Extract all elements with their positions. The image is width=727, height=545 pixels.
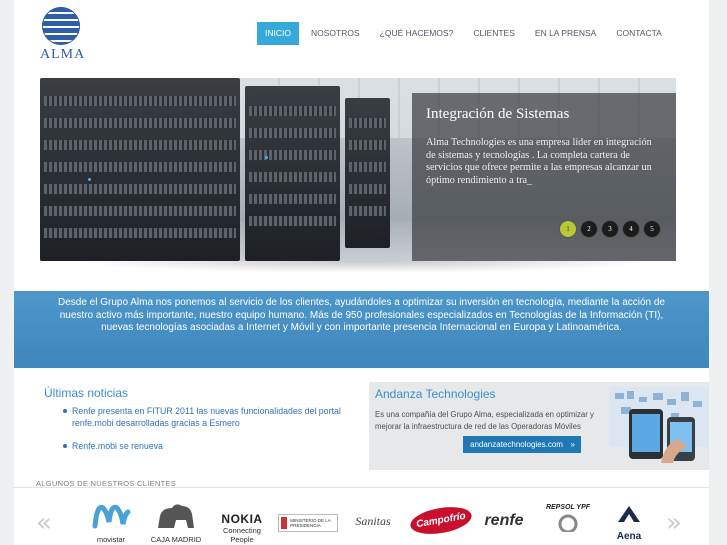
client-logo-repsol: REPSOL YPF xyxy=(544,500,592,545)
main-nav: INICIO NOSOTROS ¿QUÉ HACEMOS? CLIENTES E… xyxy=(257,22,674,45)
nav-contacta[interactable]: CONTACTA xyxy=(608,22,670,45)
phones-map-image xyxy=(609,387,709,463)
nav-inicio[interactable]: INICIO xyxy=(257,22,299,45)
clients-prev-button[interactable]: « xyxy=(36,508,52,538)
news-section: Últimas noticias Renfe presenta en FITUR… xyxy=(44,386,364,463)
slide-dot-5[interactable]: 5 xyxy=(644,221,660,237)
slide-title: Integración de Sistemas xyxy=(426,106,570,122)
nav-en-la-prensa[interactable]: EN LA PRENSA xyxy=(527,22,604,45)
news-list: Renfe presenta en FITUR 2011 las nuevas … xyxy=(44,405,364,452)
intro-text: Desde el Grupo Alma nos ponemos al servi… xyxy=(57,297,665,334)
andanza-text: Es una compañía del Grupo Alma, especial… xyxy=(375,410,594,431)
arrow-right-icon: » xyxy=(570,440,575,449)
client-logo-renfe: renfe xyxy=(476,500,532,545)
andanza-link-label: andanzatechnologies.com xyxy=(470,440,563,449)
repsol-icon xyxy=(558,514,578,534)
bear-icon xyxy=(158,504,194,528)
client-name: REPSOL YPF xyxy=(545,504,591,511)
intro-band: Desde el Grupo Alma nos ponemos al servi… xyxy=(14,291,709,368)
client-tagline: Connecting People xyxy=(223,526,261,544)
andanza-box: Andanza Technologies Es una compañía del… xyxy=(369,382,709,470)
nav-que-hacemos[interactable]: ¿QUÉ HACEMOS? xyxy=(372,22,462,45)
alma-logo[interactable]: ALMA xyxy=(40,7,86,62)
server-rack xyxy=(345,98,390,248)
clients-next-button[interactable]: » xyxy=(666,508,682,538)
nav-nosotros[interactable]: NOSOTROS xyxy=(303,22,368,45)
client-name: Sanitas xyxy=(355,514,391,528)
news-title: Últimas noticias xyxy=(44,386,129,400)
client-name: movistar xyxy=(96,535,126,544)
client-logo-nokia: NOKIA Connecting People xyxy=(212,500,272,545)
slider-pagination: 1 2 3 4 5 xyxy=(560,221,665,237)
client-logo-sanitas: Sanitas xyxy=(344,500,402,545)
slide-dot-2[interactable]: 2 xyxy=(581,221,597,237)
server-rack xyxy=(245,86,340,261)
hero-slider[interactable]: Integración de Sistemas Alma Technologie… xyxy=(40,78,676,261)
client-name: MINISTERIO DE LA PRESIDENCIA xyxy=(290,518,331,528)
client-name: Campofrío xyxy=(408,502,474,539)
slide-dot-1[interactable]: 1 xyxy=(560,221,576,237)
client-name: Aena xyxy=(616,531,642,542)
logo-text: ALMA xyxy=(40,47,86,62)
andanza-link-button[interactable]: andanzatechnologies.com » xyxy=(463,436,581,453)
nav-clientes[interactable]: CLIENTES xyxy=(465,22,523,45)
client-logo-caja-madrid: CAJA MADRID xyxy=(148,500,204,545)
client-name: renfe xyxy=(484,512,524,529)
movistar-icon xyxy=(92,504,131,529)
news-item[interactable]: Renfe.mobi se renueva xyxy=(63,440,364,452)
coat-of-arms-icon xyxy=(281,517,288,529)
page: ALMA INICIO NOSOTROS ¿QUÉ HACEMOS? CLIEN… xyxy=(14,0,709,545)
slide-dot-4[interactable]: 4 xyxy=(623,221,639,237)
globe-icon xyxy=(42,7,80,45)
client-name: CAJA MADRID xyxy=(150,535,202,544)
client-logo-aena: Aena xyxy=(604,500,654,545)
aena-icon xyxy=(618,506,640,522)
client-logo-ministerio: MINISTERIO DE LA PRESIDENCIA xyxy=(278,500,338,545)
server-rack xyxy=(40,78,240,261)
slide-dot-3[interactable]: 3 xyxy=(602,221,618,237)
divider xyxy=(14,487,709,488)
slide-text: Alma Technologies es una empresa líder e… xyxy=(426,137,652,186)
news-item[interactable]: Renfe presenta en FITUR 2011 las nuevas … xyxy=(63,405,364,429)
client-logo-campofrio: Campofrío xyxy=(408,500,474,545)
client-name: NOKIA xyxy=(221,512,263,526)
client-logo-movistar: movistar xyxy=(86,500,136,545)
slider-shadow xyxy=(74,261,654,273)
